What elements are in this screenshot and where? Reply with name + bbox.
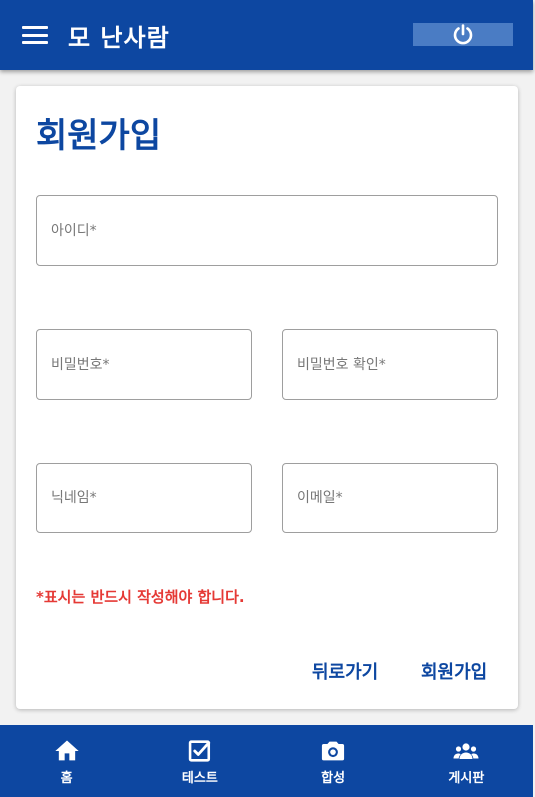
app-bar: 모 난사람 [0,0,533,70]
email-field[interactable] [282,463,498,533]
camera-icon [322,741,345,760]
id-field[interactable] [36,195,498,266]
signup-card: 회원가입 *표시는 반드시 작성해야 합니다. 뒤로가기 회원가입 [16,86,518,709]
nav-label: 홈 [60,770,73,786]
nav-item-board[interactable]: 게시판 [400,725,533,797]
password-confirm-input[interactable] [297,356,483,373]
nav-label: 테스트 [181,770,218,786]
nickname-field[interactable] [36,463,252,533]
email-input[interactable] [297,490,483,506]
people-icon [453,742,479,759]
nav-item-compose[interactable]: 합성 [267,725,400,797]
menu-icon[interactable] [22,24,48,46]
password-confirm-field[interactable] [282,329,498,400]
nav-item-test[interactable]: 테스트 [133,725,266,797]
nav-label: 합성 [321,770,346,786]
signup-button[interactable]: 회원가입 [421,658,487,684]
home-icon [54,740,79,760]
bottom-nav: 홈 테스트 합성 게시판 [0,725,533,797]
page-title: 회원가입 [36,116,162,156]
id-input[interactable] [51,222,483,239]
password-field[interactable] [36,329,252,400]
nickname-input[interactable] [51,490,237,506]
power-icon [453,23,473,44]
back-button[interactable]: 뒤로가기 [312,658,378,684]
required-notice: *표시는 반드시 작성해야 합니다. [36,588,245,606]
checkbox-icon [188,739,211,762]
nav-label: 게시판 [448,770,485,786]
password-input[interactable] [51,356,237,373]
app-title: 모 난사람 [68,24,170,52]
nav-item-home[interactable]: 홈 [0,725,133,797]
power-button[interactable] [413,23,513,46]
